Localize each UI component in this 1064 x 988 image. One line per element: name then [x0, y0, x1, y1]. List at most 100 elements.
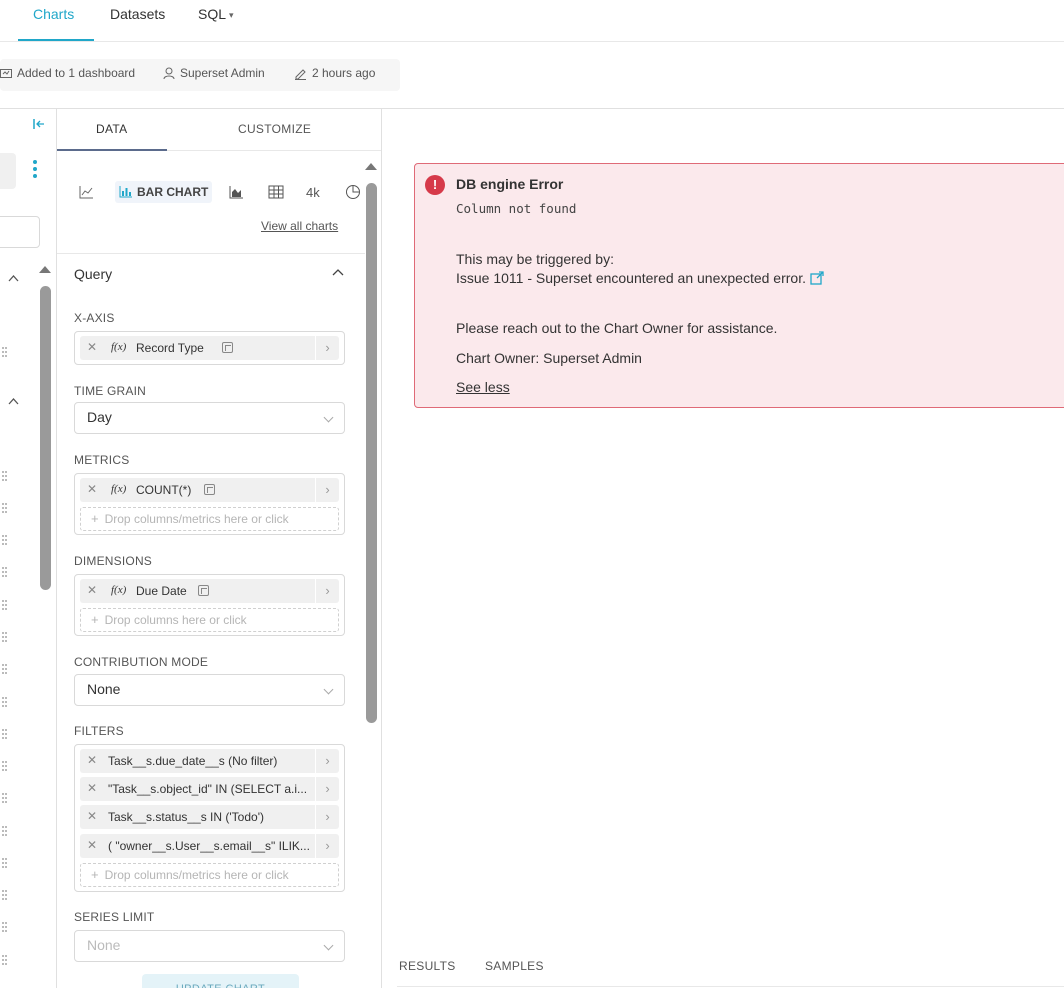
- filter-pill[interactable]: ✕ Task__s.status__s IN ('Todo') ›: [80, 805, 339, 829]
- metrics-drop-text: Drop columns/metrics here or click: [104, 512, 289, 526]
- metrics-drop-hint[interactable]: + Drop columns/metrics here or click: [80, 507, 339, 531]
- update-chart-button[interactable]: UPDATE CHART: [142, 974, 299, 988]
- close-icon[interactable]: ✕: [87, 340, 97, 354]
- drag-handle-icon[interactable]: [0, 890, 8, 900]
- series-limit-label: SERIES LIMIT: [74, 910, 155, 924]
- columns-search-input[interactable]: [0, 216, 40, 248]
- drag-handle-icon[interactable]: [0, 347, 8, 357]
- chevron-right-icon[interactable]: ›: [315, 336, 339, 360]
- drag-handle-icon[interactable]: [0, 600, 8, 610]
- dashboards-metadata[interactable]: Added to 1 dashboard: [0, 66, 135, 80]
- scroll-up-arrow[interactable]: [365, 163, 377, 170]
- time-grain-select[interactable]: Day: [74, 402, 345, 434]
- fx-icon: f(x): [111, 483, 127, 495]
- view-all-charts-link[interactable]: View all charts: [261, 219, 338, 233]
- query-section-title[interactable]: Query: [74, 266, 112, 282]
- dimensions-drop-text: Drop columns here or click: [104, 613, 247, 627]
- drag-handle-icon[interactable]: [0, 729, 8, 739]
- bar-chart-selected[interactable]: BAR CHART: [115, 181, 213, 203]
- dashboards-text: Added to 1 dashboard: [17, 66, 136, 80]
- kebab-menu-icon[interactable]: [33, 160, 39, 181]
- tab-customize[interactable]: CUSTOMIZE: [238, 122, 311, 136]
- bottom-tabs-divider: [397, 986, 1064, 987]
- dataset-selector[interactable]: [0, 153, 16, 189]
- drag-handle-icon[interactable]: [0, 535, 8, 545]
- dimensions-drop-hint[interactable]: + Drop columns here or click: [80, 608, 339, 632]
- chevron-right-icon[interactable]: ›: [315, 579, 339, 603]
- close-icon[interactable]: ✕: [87, 809, 97, 823]
- time-grain-value: Day: [87, 409, 112, 425]
- drag-handle-icon[interactable]: [0, 664, 8, 674]
- drag-handle-icon[interactable]: [0, 826, 8, 836]
- x-axis-pill[interactable]: ✕ f(x) Record Type ›: [80, 336, 339, 360]
- tab-samples[interactable]: SAMPLES: [485, 959, 544, 973]
- control-panel-scrollbar[interactable]: [366, 183, 377, 723]
- table-icon[interactable]: [268, 185, 284, 199]
- metrics-dropzone[interactable]: ✕ f(x) COUNT(*) › + Drop columns/metrics …: [74, 473, 345, 535]
- close-icon[interactable]: ✕: [87, 753, 97, 767]
- tab-results[interactable]: RESULTS: [399, 959, 456, 973]
- series-limit-placeholder: None: [87, 937, 121, 953]
- error-icon: !: [425, 175, 445, 195]
- drag-handle-icon[interactable]: [0, 922, 8, 932]
- chart-line-icon[interactable]: [79, 185, 94, 199]
- close-icon[interactable]: ✕: [87, 482, 97, 496]
- filter-pill[interactable]: ✕ Task__s.due_date__s (No filter) ›: [80, 749, 339, 773]
- filter-text: Task__s.due_date__s (No filter): [108, 754, 278, 768]
- chevron-up-icon[interactable]: [8, 274, 19, 282]
- error-message: Column not found: [456, 201, 577, 216]
- series-limit-select[interactable]: None: [74, 930, 345, 962]
- filter-pill[interactable]: ✕ "Task__s.object_id" IN (SELECT a.i... …: [80, 777, 339, 801]
- metric-pill[interactable]: ✕ f(x) COUNT(*) ›: [80, 478, 339, 502]
- chevron-right-icon[interactable]: ›: [315, 834, 339, 858]
- tab-data[interactable]: DATA: [96, 122, 127, 136]
- chevron-right-icon[interactable]: ›: [315, 478, 339, 502]
- pie-chart-icon[interactable]: [345, 184, 361, 200]
- drag-handle-icon[interactable]: [0, 955, 8, 965]
- dimension-pill[interactable]: ✕ f(x) Due Date ›: [80, 579, 339, 603]
- plus-icon: +: [91, 867, 99, 882]
- nav-sql[interactable]: SQL ▾: [198, 6, 234, 22]
- drag-handle-icon[interactable]: [0, 761, 8, 771]
- owner-metadata[interactable]: Superset Admin: [163, 66, 265, 80]
- close-icon[interactable]: ✕: [87, 838, 97, 852]
- big-number-option[interactable]: 4k: [306, 185, 320, 200]
- dimensions-label: DIMENSIONS: [74, 554, 153, 568]
- filter-pill[interactable]: ✕ ( "owner__s.User__s.email__s" ILIK... …: [80, 834, 339, 858]
- fx-icon: f(x): [111, 341, 127, 353]
- collapse-panel-icon[interactable]: [33, 118, 46, 130]
- user-icon: [163, 67, 175, 80]
- external-link-icon[interactable]: [810, 271, 824, 285]
- filters-dropzone[interactable]: ✕ Task__s.due_date__s (No filter) › ✕ "T…: [74, 744, 345, 892]
- see-less-link[interactable]: See less: [456, 379, 510, 395]
- nav-charts[interactable]: Charts: [33, 6, 74, 22]
- drag-handle-icon[interactable]: [0, 858, 8, 868]
- x-axis-dropzone[interactable]: ✕ f(x) Record Type ›: [74, 331, 345, 365]
- contribution-mode-select[interactable]: None: [74, 674, 345, 706]
- error-issue[interactable]: Issue 1011 - Superset encountered an une…: [456, 270, 824, 286]
- chevron-up-icon[interactable]: [8, 397, 19, 405]
- scroll-up-arrow[interactable]: [39, 266, 51, 273]
- chevron-right-icon[interactable]: ›: [315, 777, 339, 801]
- chevron-right-icon[interactable]: ›: [315, 749, 339, 773]
- drag-handle-icon[interactable]: [0, 697, 8, 707]
- filters-drop-hint[interactable]: + Drop columns/metrics here or click: [80, 863, 339, 887]
- drag-handle-icon[interactable]: [0, 471, 8, 481]
- viz-divider: [57, 253, 365, 254]
- filter-text: ( "owner__s.User__s.email__s" ILIK...: [108, 839, 310, 853]
- modified-metadata[interactable]: 2 hours ago: [294, 66, 375, 80]
- close-icon[interactable]: ✕: [87, 781, 97, 795]
- drag-handle-icon[interactable]: [0, 793, 8, 803]
- area-chart-icon[interactable]: [229, 185, 244, 199]
- nav-datasets[interactable]: Datasets: [110, 6, 165, 22]
- drag-handle-icon[interactable]: [0, 567, 8, 577]
- chevron-up-icon[interactable]: [332, 268, 344, 276]
- dimensions-dropzone[interactable]: ✕ f(x) Due Date › + Drop columns here or …: [74, 574, 345, 636]
- close-icon[interactable]: ✕: [87, 583, 97, 597]
- pencil-icon: [295, 69, 306, 80]
- drag-handle-icon[interactable]: [0, 632, 8, 642]
- chevron-right-icon[interactable]: ›: [315, 805, 339, 829]
- fx-icon: f(x): [111, 584, 127, 596]
- datasource-scrollbar[interactable]: [40, 286, 51, 590]
- drag-handle-icon[interactable]: [0, 503, 8, 513]
